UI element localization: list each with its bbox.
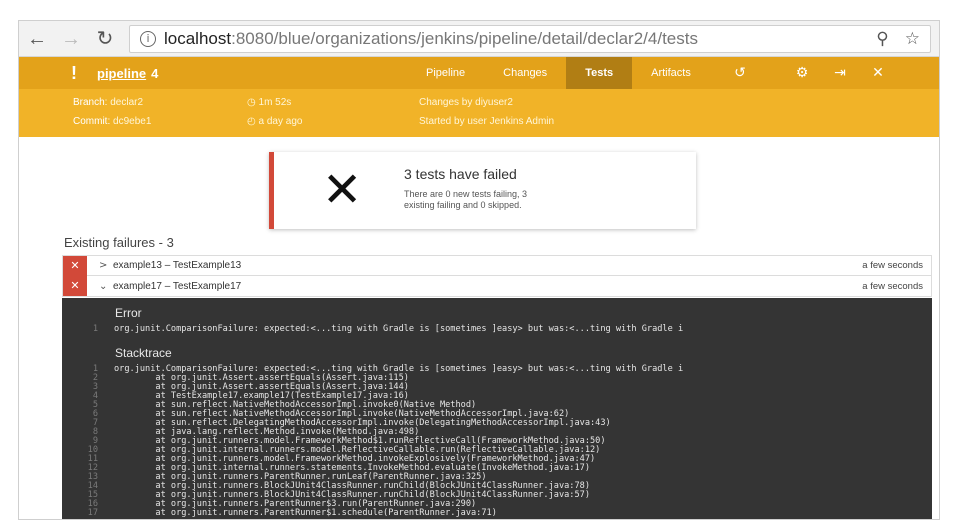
failure-list: ✕ > example13 – TestExample13 a few seco… bbox=[62, 255, 932, 297]
failure-row[interactable]: ✕ > example13 – TestExample13 a few seco… bbox=[62, 255, 932, 276]
line-number: 1 bbox=[92, 324, 98, 334]
summary-description: There are 0 new tests failing, 3 existin… bbox=[404, 189, 528, 210]
gear-icon[interactable]: ⚙ bbox=[793, 65, 811, 81]
star-icon[interactable]: ☆ bbox=[905, 29, 920, 49]
calendar-icon: ◴ bbox=[247, 116, 256, 127]
info-icon[interactable]: i bbox=[140, 30, 156, 47]
line-number: 3 bbox=[92, 382, 98, 392]
tab-pipeline[interactable]: Pipeline bbox=[407, 57, 484, 89]
failure-details-console[interactable]: Error Stacktrace 1 org.junit.ComparisonFa… bbox=[62, 298, 932, 519]
time-ago: ◴ a day ago bbox=[247, 116, 302, 127]
run-number: 4 bbox=[151, 65, 159, 81]
pipeline-name-link[interactable]: pipeline bbox=[97, 66, 146, 81]
back-arrow-icon[interactable]: ← bbox=[27, 29, 47, 49]
error-heading: Error bbox=[115, 306, 142, 320]
duration: ◷ 1m 52s bbox=[247, 97, 291, 108]
tab-artifacts[interactable]: Artifacts bbox=[632, 57, 710, 89]
line-number: 5 bbox=[92, 400, 98, 410]
browser-toolbar: ← → ↻ i localhost:8080/blue/organization… bbox=[19, 21, 939, 57]
line-number: 6 bbox=[92, 409, 98, 419]
failure-name: example13 – TestExample13 bbox=[113, 260, 242, 271]
line-number: 17 bbox=[87, 508, 98, 518]
fail-badge-icon: ✕ bbox=[63, 276, 87, 296]
run-meta: Branch: declar2 Commit: dc9ebe1 ◷ 1m 52s… bbox=[19, 89, 939, 137]
run-tabs: Pipeline Changes Tests Artifacts bbox=[407, 57, 710, 89]
existing-failures-heading: Existing failures - 3 bbox=[64, 235, 174, 250]
tab-changes[interactable]: Changes bbox=[484, 57, 566, 89]
chevron-right-icon[interactable]: > bbox=[99, 260, 109, 271]
failure-row[interactable]: ✕ ⌄ example17 – TestExample17 a few seco… bbox=[62, 276, 932, 297]
line-number: 8 bbox=[92, 427, 98, 437]
line-text: org.junit.ComparisonFailure: expected:<.… bbox=[114, 324, 684, 334]
branch-value: declar2 bbox=[110, 97, 144, 108]
failed-x-icon: ✕ bbox=[322, 162, 363, 218]
rerun-icon[interactable]: ↺ bbox=[731, 65, 749, 81]
url-host: localhost bbox=[164, 28, 232, 48]
commit-info: Commit: dc9ebe1 bbox=[73, 116, 151, 127]
run-header: ! pipeline 4 Pipeline Changes Tests Arti… bbox=[19, 57, 939, 89]
close-icon[interactable]: ✕ bbox=[869, 65, 887, 81]
code-line: 1 org.junit.ComparisonFailure: expected:<… bbox=[62, 325, 932, 334]
browser-window: ← → ↻ i localhost:8080/blue/organization… bbox=[18, 20, 940, 520]
chevron-down-icon[interactable]: ⌄ bbox=[99, 281, 109, 292]
reload-icon[interactable]: ↻ bbox=[95, 29, 115, 49]
line-number: 1 bbox=[92, 364, 98, 374]
address-bar[interactable]: i localhost:8080/blue/organizations/jenk… bbox=[129, 24, 931, 53]
tab-tests[interactable]: Tests bbox=[566, 57, 633, 89]
line-text: at org.junit.runners.ParentRunner$1.sche… bbox=[114, 508, 497, 518]
branch-info: Branch: declar2 bbox=[73, 97, 143, 108]
line-number: 4 bbox=[92, 391, 98, 401]
zoom-icon[interactable]: ⚲ bbox=[876, 29, 888, 49]
status-warning-icon: ! bbox=[71, 62, 77, 83]
duration-value: 1m 52s bbox=[258, 97, 292, 108]
branch-label: Branch: bbox=[73, 97, 108, 108]
stacktrace-heading: Stacktrace bbox=[115, 346, 172, 360]
code-line: 17 at org.junit.runners.ParentRunner$1.s… bbox=[62, 509, 932, 518]
forward-arrow-icon[interactable]: → bbox=[61, 29, 81, 49]
started-by: Started by user Jenkins Admin bbox=[419, 116, 555, 127]
open-classic-icon[interactable]: ⇥ bbox=[831, 65, 849, 81]
time-ago-value: a day ago bbox=[258, 116, 303, 127]
test-summary-card: ✕ 3 tests have failed There are 0 new te… bbox=[269, 152, 696, 229]
clock-icon: ◷ bbox=[247, 97, 256, 108]
failure-time: a few seconds bbox=[862, 280, 923, 292]
line-number: 2 bbox=[92, 373, 98, 383]
failure-time: a few seconds bbox=[862, 260, 923, 271]
url-path: :8080/blue/organizations/jenkins/pipelin… bbox=[231, 28, 698, 48]
fail-badge-icon: ✕ bbox=[63, 255, 87, 276]
header-actions: ↺ ⚙ ⇥ ✕ bbox=[731, 57, 887, 89]
summary-title: 3 tests have failed bbox=[404, 166, 517, 182]
failure-name: example17 – TestExample17 bbox=[113, 280, 242, 292]
line-number: 7 bbox=[92, 418, 98, 428]
changes-by: Changes by diyuser2 bbox=[419, 97, 513, 108]
commit-label: Commit: bbox=[73, 116, 111, 127]
commit-value: dc9ebe1 bbox=[113, 116, 152, 127]
